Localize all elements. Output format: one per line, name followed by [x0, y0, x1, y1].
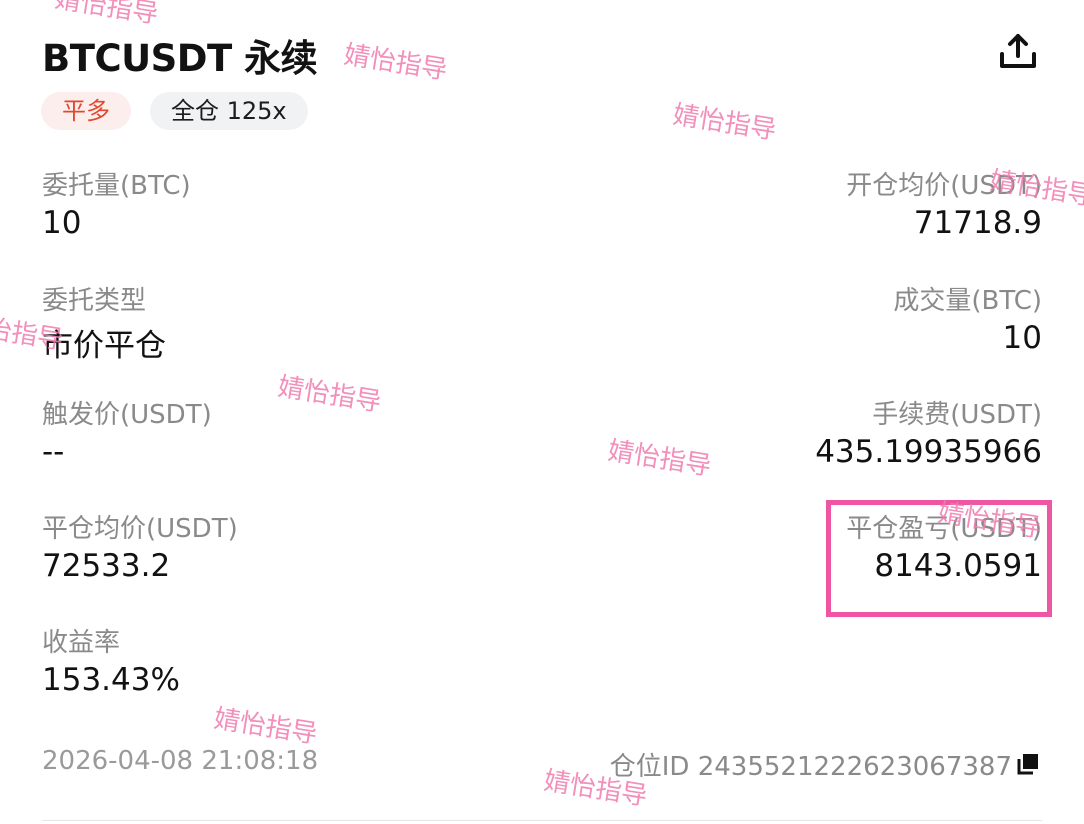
trigger-price-label: 触发价(USDT) [42, 400, 212, 430]
open-avg-price-value: 71718.9 [913, 205, 1042, 241]
copy-icon[interactable] [1016, 752, 1040, 776]
open-avg-price-label: 开仓均价(USDT) [846, 171, 1042, 201]
margin-mode-badge: 全仓 125x [150, 92, 308, 130]
filled-qty-value: 10 [1002, 320, 1042, 356]
position-id: 仓位ID 2435521222623067387 [609, 752, 1012, 782]
share-icon[interactable] [996, 30, 1040, 74]
page-title: BTCUSDT 永续 [42, 37, 318, 80]
fee-value: 435.19935966 [815, 434, 1042, 470]
watermark: 婧怡指导 [52, 0, 161, 30]
order-qty-label: 委托量(BTC) [42, 171, 191, 201]
watermark: 婧怡指导 [341, 40, 450, 86]
order-type-value: 市价平仓 [42, 328, 166, 364]
divider [42, 820, 1042, 821]
close-avg-price-value: 72533.2 [42, 548, 171, 584]
roi-label: 收益率 [42, 628, 121, 658]
close-avg-price-label: 平仓均价(USDT) [42, 514, 238, 544]
order-qty-value: 10 [42, 205, 82, 241]
roi-value: 153.43% [42, 662, 180, 698]
pnl-highlight-box [826, 500, 1052, 617]
trigger-price-value: -- [42, 434, 65, 470]
watermark: 婧怡指导 [275, 372, 384, 418]
fee-label: 手续费(USDT) [872, 400, 1042, 430]
watermark: 婧怡指导 [605, 436, 714, 482]
watermark: 婧怡指导 [670, 100, 779, 146]
filled-qty-label: 成交量(BTC) [893, 286, 1042, 316]
watermark: 婧怡指导 [211, 704, 320, 750]
order-type-label: 委托类型 [42, 286, 147, 316]
timestamp: 2026-04-08 21:08:18 [42, 746, 319, 776]
side-badge: 平多 [41, 92, 131, 130]
